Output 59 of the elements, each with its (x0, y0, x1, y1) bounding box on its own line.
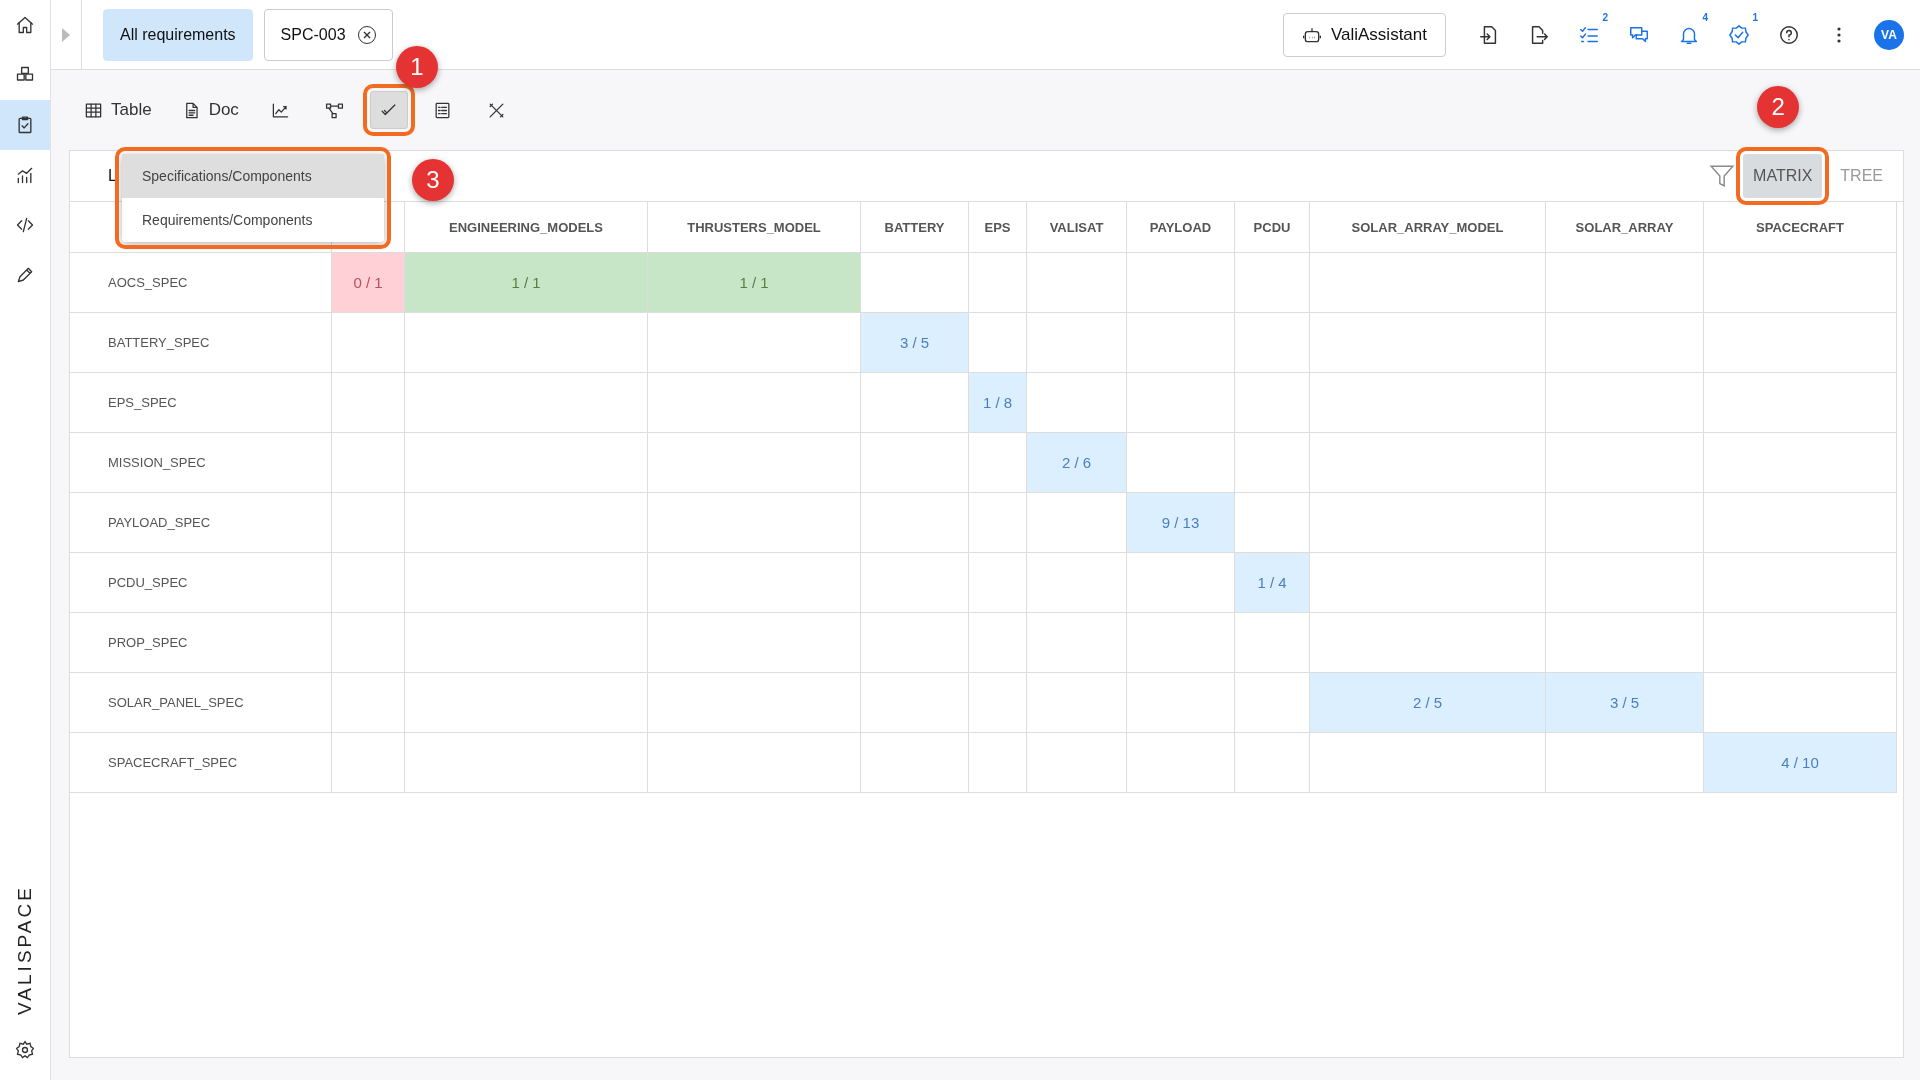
settings-icon[interactable] (15, 1040, 35, 1060)
matrix-cell[interactable]: 0 / 1 (332, 253, 405, 313)
callout-marker: 3 (412, 159, 454, 201)
matrix-cell[interactable]: 4 / 10 (1704, 733, 1897, 793)
filter-icon[interactable] (1709, 163, 1736, 189)
table-cell (969, 673, 1027, 733)
column-header: EPS (969, 202, 1027, 253)
matrix-cell[interactable]: 1 / 1 (405, 253, 648, 313)
column-header: SPACECRAFT (1704, 202, 1897, 253)
help-icon (1778, 23, 1800, 46)
row-label: SOLAR_PANEL_SPEC (70, 673, 332, 733)
column-header: PAYLOAD (1127, 202, 1235, 253)
matrix-cell[interactable]: 3 / 5 (1546, 673, 1704, 733)
table-cell (969, 733, 1027, 793)
toolbar-button[interactable]: Table (77, 91, 159, 129)
column-header: SOLAR_ARRAY (1546, 202, 1704, 253)
column-header: BATTERY (861, 202, 969, 253)
matrix-cell[interactable]: 1 / 4 (1235, 553, 1310, 613)
sidebar-item[interactable] (0, 100, 50, 150)
menu-item[interactable]: Requirements/Components (122, 198, 384, 242)
count-label: 4 (1702, 11, 1708, 23)
more-icon[interactable] (1837, 26, 1841, 43)
matrix-cell[interactable]: 1 / 1 (648, 253, 861, 313)
row-label: EPS_SPEC (70, 373, 332, 433)
view-toggle[interactable]: TREE (1830, 154, 1893, 198)
matrix-cell[interactable]: 2 / 5 (1310, 673, 1546, 733)
pen-icon (15, 265, 35, 285)
user-avatar[interactable]: VA (1874, 19, 1904, 50)
row-label: SPACECRAFT_SPEC (70, 733, 332, 793)
verified-badge-icon (1728, 23, 1750, 46)
code-icon (15, 215, 35, 235)
row-label: BATTERY_SPEC (70, 313, 332, 373)
count-label: 2 (1602, 11, 1608, 23)
row-label: PROP_SPEC (70, 613, 332, 673)
matrix-cell[interactable]: 9 / 13 (1127, 493, 1235, 553)
menu-item[interactable]: Specifications/Components (122, 154, 384, 198)
callout-marker: 2 (1757, 86, 1800, 128)
panel-title: L (108, 167, 117, 185)
home-icon (15, 15, 35, 35)
matrix-cell[interactable]: 1 / 8 (969, 373, 1027, 433)
row-label: PCDU_SPEC (70, 553, 332, 613)
table-cell (969, 253, 1027, 313)
row-label: MISSION_SPEC (70, 433, 332, 493)
table-cell (969, 553, 1027, 613)
toolbar-button[interactable]: Doc (174, 91, 246, 129)
tab[interactable]: SPC-003 (263, 8, 393, 61)
column-header: PCDU (1235, 202, 1310, 253)
logo: VALISPACE (14, 885, 36, 1015)
matrix-cell[interactable]: 2 / 6 (1027, 433, 1127, 493)
count-label: 1 (1752, 11, 1758, 23)
column-header: VALISAT (1027, 202, 1127, 253)
row-label: PAYLOAD_SPEC (70, 493, 332, 553)
matrix-cell[interactable]: 3 / 5 (861, 313, 969, 373)
table-cell (969, 613, 1027, 673)
table-cell (969, 493, 1027, 553)
assistant-button[interactable]: ValiAssistant (1282, 12, 1446, 57)
column-header: SOLAR_ARRAY_MODEL (1310, 202, 1546, 253)
tab[interactable]: All requirements (103, 8, 253, 61)
bar-chart-icon (15, 165, 35, 185)
